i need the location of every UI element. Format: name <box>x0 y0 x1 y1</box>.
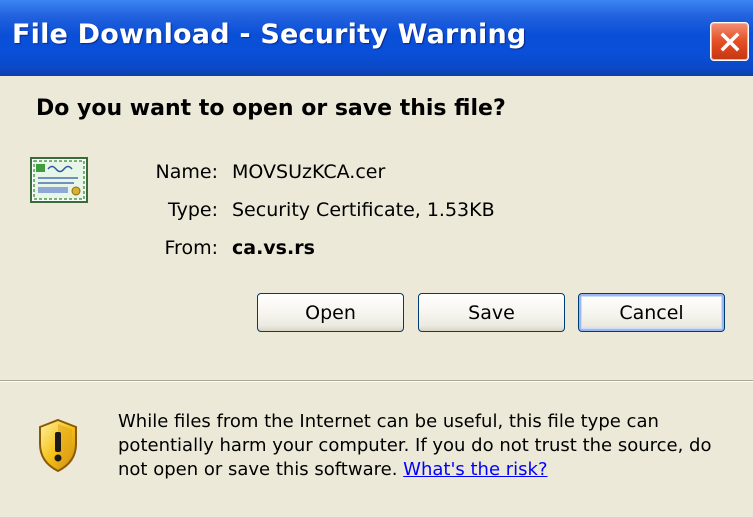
from-label: From: <box>164 237 218 259</box>
separator <box>0 380 753 382</box>
file-info-values: MOVSUzKCA.cer Security Certificate, 1.53… <box>232 156 495 270</box>
warning-message: While files from the Internet can be use… <box>118 410 743 482</box>
file-name: MOVSUzKCA.cer <box>232 161 386 183</box>
close-icon <box>720 32 739 51</box>
file-download-dialog: File Download - Security Warning Do you … <box>0 0 753 517</box>
whats-the-risk-link[interactable]: What's the risk? <box>403 459 547 480</box>
file-type: Security Certificate, 1.53KB <box>232 199 495 221</box>
close-button[interactable] <box>710 22 749 61</box>
name-label: Name: <box>155 161 218 183</box>
window-title: File Download - Security Warning <box>12 19 527 50</box>
dialog-question: Do you want to open or save this file? <box>36 96 506 121</box>
shield-warning-icon <box>39 418 77 473</box>
type-label: Type: <box>167 199 218 221</box>
save-button[interactable]: Save <box>418 293 565 332</box>
certificate-icon <box>30 157 88 203</box>
file-info-labels: Name: Type: From: <box>150 156 218 270</box>
title-bar[interactable]: File Download - Security Warning <box>0 0 753 76</box>
cancel-button[interactable]: Cancel <box>578 293 725 332</box>
dialog-body: Do you want to open or save this file? N… <box>0 76 753 517</box>
open-button[interactable]: Open <box>257 293 404 332</box>
file-source: ca.vs.rs <box>232 237 315 259</box>
